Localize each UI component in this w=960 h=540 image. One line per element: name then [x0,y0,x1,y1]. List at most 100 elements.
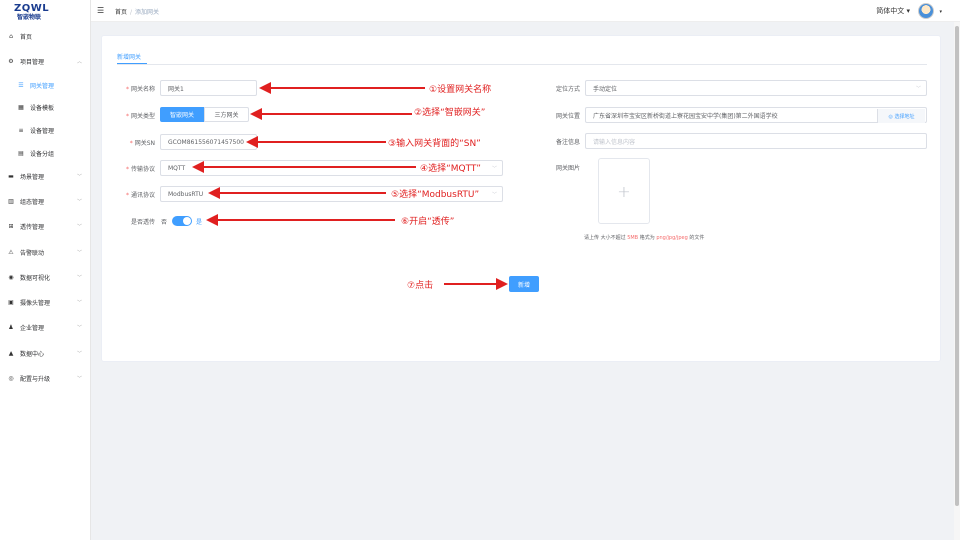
sidebar-item-9[interactable]: ⚠ 告警联动 ﹀ [0,246,91,258]
sidebar-item-label: 网关管理 [30,82,55,90]
annotation-3: ③输入网关背面的“SN” [388,139,481,149]
passthrough-switch[interactable] [172,216,192,226]
locate-mode-label: 定位方式 [555,86,580,93]
annotation-4: ④选择“MQTT” [420,164,481,174]
image-upload[interactable]: + [598,158,650,224]
sidebar-item-14[interactable]: ◎ 配置与升级 ﹀ [0,372,91,384]
home-icon: ⌂ [9,32,13,40]
chevron-icon: ﹀ [76,198,82,205]
logo-subtitle: 智嵌物联 [17,14,42,21]
language-select[interactable]: 简体中文 ▾ [876,6,910,16]
scene-icon: ▬ [8,172,14,180]
upload-tip-c: 的文件 [687,235,705,241]
sidebar-item-2[interactable]: ☰ 网关管理 [0,79,91,91]
camera-icon: ▣ [8,298,14,306]
sidebar-item-8[interactable]: ⊞ 透传管理 ﹀ [0,220,91,232]
sidebar-item-label: 设备模板 [30,104,55,112]
scrollbar-thumb[interactable] [955,26,959,506]
transport-protocol-label: * 传输协议 [125,166,155,173]
gateway-sn-input[interactable]: GCOM861556071457500 [160,134,257,150]
list-icon: ≡ [18,126,24,134]
chevron-icon: ︿ [76,58,82,65]
annotation-6: ⑥开启“透传” [401,217,455,227]
breadcrumb-home[interactable]: 首页 [115,9,127,16]
locate-mode-select[interactable]: 手动定位 ﹀ [585,80,927,96]
remark-input[interactable]: 请输入信息内容 [585,133,927,149]
gateway-sn-label: * 网关SN [129,140,155,147]
avatar-caret-icon[interactable]: ▾ [939,9,942,15]
gateway-position-value: 广东省深圳市宝安区新桥街道上寮花园宝安中学(集团)第二外国语学校 [593,112,778,120]
gateway-name-input[interactable]: 网关1 [160,80,257,96]
sidebar-item-label: 告警联动 [20,249,45,257]
chevron-down-icon: ﹀ [915,85,921,92]
upload-tip-a: 请上传 大小不超过 [584,235,628,241]
sidebar-item-3[interactable]: ▦ 设备模板 [0,101,91,113]
sidebar-item-label: 设备分组 [30,150,55,158]
sidebar-item-5[interactable]: ▤ 设备分组 [0,147,91,159]
alarm-icon: ⚠ [8,248,14,256]
upload-tip-format: png/jpg/jpeg [656,235,688,241]
breadcrumb-current: 添加网关 [135,9,160,16]
chevron-down-icon: ﹀ [491,191,497,198]
sidebar-item-label: 设备管理 [30,127,55,135]
select-address-button[interactable]: ◎ 选择地址 [877,109,925,123]
gateway-type-label: * 网关类型 [125,113,155,120]
type-zqwl-button[interactable]: 智嵌网关 [160,107,204,122]
sidebar-item-7[interactable]: ▥ 组态管理 ﹀ [0,195,91,207]
data-icon: ▲ [8,349,14,357]
annotation-2: ②选择“智嵌网关” [414,108,486,118]
sidebar-item-6[interactable]: ▬ 场景管理 ﹀ [0,170,91,182]
top-header: ☰ 首页 / 添加网关 简体中文 ▾ ▾ [91,0,960,22]
sidebar-item-label: 企业管理 [20,324,45,332]
submit-add-button[interactable]: 新增 [509,276,539,292]
chevron-icon: ﹀ [76,173,82,180]
upload-tip-b: 格式为 [638,235,657,241]
transport-protocol-value: MQTT [168,164,186,172]
comm-protocol-value: ModbusRTU [168,190,204,198]
plus-icon: + [617,181,631,201]
tab-add-gateway[interactable]: 新增网关 [117,52,141,61]
sidebar-item-4[interactable]: ≡ 设备管理 [0,124,91,136]
upgrade-icon: ◎ [8,374,14,382]
avatar[interactable] [918,3,934,19]
sidebar-item-10[interactable]: ◉ 数据可视化 ﹀ [0,271,91,283]
passthrough-yes-text[interactable]: 是 [196,217,202,226]
menu-toggle-icon[interactable]: ☰ [97,6,104,15]
chevron-icon: ﹀ [76,324,82,331]
page-scrollbar[interactable] [954,22,960,540]
sidebar-item-label: 首页 [20,33,33,41]
user-icon: ♟ [8,323,14,331]
annotation-7: ⑦点击 [407,281,434,291]
sidebar-item-label: 组态管理 [20,198,45,206]
sidebar-item-12[interactable]: ♟ 企业管理 ﹀ [0,321,91,333]
sidebar-item-label: 摄像头管理 [20,299,51,307]
sidebar-item-label: 数据可视化 [20,274,51,282]
chevron-icon: ﹀ [76,350,82,357]
annotation-1: ①设置网关名称 [429,85,492,95]
sidebar-item-label: 配置与升级 [20,375,51,383]
gateway-name-label: * 网关名称 [125,86,155,93]
chevron-down-icon: ﹀ [491,165,497,172]
gateway-image-label: 网关图片 [555,165,580,172]
gateway-position-input[interactable]: 广东省深圳市宝安区新桥街道上寮花园宝安中学(集团)第二外国语学校 ◎ 选择地址 [585,107,927,123]
chevron-icon: ﹀ [76,249,82,256]
sidebar-item-label: 项目管理 [20,58,45,66]
passthrough-no-text[interactable]: 否 [161,217,167,226]
tab-divider [117,64,927,65]
sidebar-item-0[interactable]: ⌂ 首页 [0,30,91,42]
chart-icon: ◉ [8,273,14,281]
sidebar-item-1[interactable]: ⚙ 项目管理 ︿ [0,55,91,67]
remark-label: 备注信息 [555,139,580,146]
breadcrumb: 首页 / 添加网关 [115,7,159,16]
chevron-icon: ﹀ [76,299,82,306]
sidebar-item-label: 透传管理 [20,223,45,231]
upload-tip: 请上传 大小不超过 5MB 格式为 png/jpg/jpeg 的文件 [584,234,704,241]
transmit-icon: ⊞ [8,222,14,230]
upload-tip-size: 5MB [627,235,639,241]
sidebar-item-11[interactable]: ▣ 摄像头管理 ﹀ [0,296,91,308]
gateway-position-label: 网关位置 [555,113,580,120]
sidebar-item-13[interactable]: ▲ 数据中心 ﹀ [0,347,91,359]
type-third-party-button[interactable]: 三方网关 [204,107,249,122]
sidebar: ZQWL 智嵌物联 ⌂ 首页 ⚙ 项目管理 ︿ ☰ 网关管理 ▦ 设备模板 ≡ 设备管理 ▤ 设备分组 ▬… [0,0,91,540]
chevron-icon: ﹀ [76,274,82,281]
